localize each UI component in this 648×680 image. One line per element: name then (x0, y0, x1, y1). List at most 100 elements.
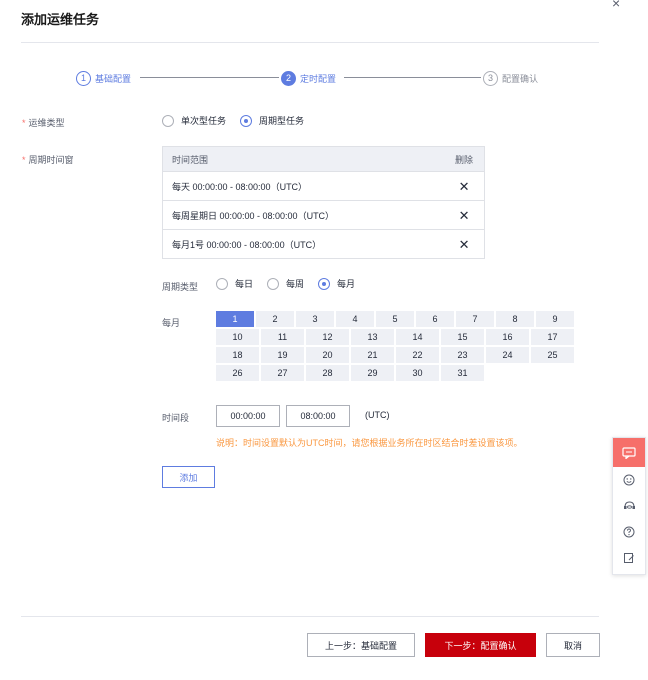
day-cell-21[interactable]: 21 (351, 347, 394, 363)
cycle-type-label: 周期类型 (162, 282, 199, 292)
monthly-label: 每月 (162, 318, 181, 328)
next-step-button[interactable]: 下一步：配置确认 (425, 633, 536, 657)
table-header: 时间范围 删除 (163, 147, 484, 171)
radio-single-task[interactable]: 单次型任务 (162, 114, 226, 127)
step-confirm-config: 3 配置确认 (483, 70, 538, 86)
time-period-label: 时间段 (162, 413, 190, 423)
prev-step-button[interactable]: 上一步：基础配置 (307, 633, 415, 657)
period-window-label-text: 周期时间窗 (28, 155, 74, 165)
delete-icon[interactable]: ✕ (459, 238, 470, 251)
edit-icon[interactable] (613, 545, 645, 571)
radio-label: 每日 (235, 279, 254, 289)
step-basic-config: 1 基础配置 (76, 70, 131, 86)
day-cell-24[interactable]: 24 (486, 347, 529, 363)
day-grid-rest: 10 11 12 13 14 15 16 17 18 19 20 21 22 23 24 25 26 27 28 29… (216, 329, 574, 381)
day-cell-28[interactable]: 28 (306, 365, 349, 381)
step-connector (344, 77, 481, 78)
step-label: 定时配置 (300, 73, 337, 84)
radio-circle-checked (240, 114, 253, 127)
title-divider (21, 42, 599, 43)
row-time-range: 每周星期日 00:00:00 - 08:00:00（UTC） (172, 210, 335, 221)
cycle-type-radio-group: 每日 每周 每月 (216, 277, 369, 290)
day-cell-23[interactable]: 23 (441, 347, 484, 363)
start-time-input[interactable]: 00:00:00 (216, 405, 280, 427)
end-time-input[interactable]: 08:00:00 (286, 405, 350, 427)
day-cell-30[interactable]: 30 (396, 365, 439, 381)
day-cell-11[interactable]: 11 (261, 329, 304, 345)
required-mark: * (22, 155, 26, 165)
dialog-title: 添加运维任务 (21, 12, 100, 27)
task-type-label-text: 运维类型 (28, 118, 65, 128)
time-note: 说明：时间设置默认为UTC时间，请您根据业务所在时区结合时差设置该项。 (216, 438, 523, 448)
day-cell-7[interactable]: 7 (456, 311, 494, 327)
day-cell-9[interactable]: 9 (536, 311, 574, 327)
step-label: 基础配置 (95, 73, 132, 84)
day-cell-10[interactable]: 10 (216, 329, 259, 345)
radio-weekly[interactable]: 每周 (267, 277, 304, 290)
day-cell-14[interactable]: 14 (396, 329, 439, 345)
day-cell-2[interactable]: 2 (256, 311, 294, 327)
support-icon[interactable] (613, 493, 645, 519)
table-row: 每月1号 00:00:00 - 08:00:00（UTC） ✕ (163, 229, 484, 258)
day-cell-17[interactable]: 17 (531, 329, 574, 345)
help-icon[interactable] (613, 519, 645, 545)
day-grid-row-1: 123456789 (216, 311, 574, 327)
time-unit: (UTC) (365, 410, 390, 420)
radio-label: 每月 (337, 279, 356, 289)
delete-icon[interactable]: ✕ (459, 180, 470, 193)
period-window-label: * 周期时间窗 (22, 153, 74, 166)
step-number: 2 (281, 70, 296, 86)
radio-circle-checked (318, 277, 331, 290)
close-icon[interactable]: × (612, 0, 620, 10)
day-cell-31[interactable]: 31 (441, 365, 484, 381)
day-cell-22[interactable]: 22 (396, 347, 439, 363)
step-label: 配置确认 (502, 73, 539, 84)
day-cell-16[interactable]: 16 (486, 329, 529, 345)
radio-circle (216, 277, 228, 290)
day-cell-5[interactable]: 5 (376, 311, 414, 327)
day-cell-15[interactable]: 15 (441, 329, 484, 345)
radio-daily[interactable]: 每日 (216, 277, 253, 290)
day-cell-8[interactable]: 8 (496, 311, 534, 327)
row-time-range: 每月1号 00:00:00 - 08:00:00（UTC） (172, 239, 322, 250)
step-schedule-config: 2 定时配置 (281, 70, 336, 86)
add-button[interactable]: 添加 (162, 466, 215, 488)
radio-periodic-task[interactable]: 周期型任务 (240, 114, 304, 127)
day-cell-3[interactable]: 3 (296, 311, 334, 327)
radio-label: 周期型任务 (259, 116, 305, 126)
day-cell-27[interactable]: 27 (261, 365, 304, 381)
day-cell-1[interactable]: 1 (216, 311, 254, 327)
required-mark: * (22, 118, 26, 128)
day-cell-12[interactable]: 12 (306, 329, 349, 345)
table-row: 每周星期日 00:00:00 - 08:00:00（UTC） ✕ (163, 200, 484, 229)
header-delete: 删除 (455, 154, 474, 165)
day-cell-26[interactable]: 26 (216, 365, 259, 381)
radio-label: 单次型任务 (181, 116, 227, 126)
radio-label: 每周 (286, 279, 305, 289)
radio-circle (162, 114, 174, 127)
footer-divider (21, 616, 599, 617)
day-cell-20[interactable]: 20 (306, 347, 349, 363)
row-time-range: 每天 00:00:00 - 08:00:00（UTC） (172, 181, 308, 192)
day-cell-29[interactable]: 29 (351, 365, 394, 381)
header-time-range: 时间范围 (172, 154, 209, 165)
step-number: 3 (483, 70, 498, 86)
task-type-radio-group: 单次型任务 周期型任务 (162, 114, 318, 127)
day-cell-6[interactable]: 6 (416, 311, 454, 327)
time-window-table: 时间范围 删除 每天 00:00:00 - 08:00:00（UTC） ✕ 每周… (162, 146, 485, 259)
day-cell-19[interactable]: 19 (261, 347, 304, 363)
delete-icon[interactable]: ✕ (459, 209, 470, 222)
radio-monthly[interactable]: 每月 (318, 277, 355, 290)
day-cell-18[interactable]: 18 (216, 347, 259, 363)
task-type-label: * 运维类型 (22, 116, 65, 129)
day-cell-13[interactable]: 13 (351, 329, 394, 345)
step-number: 1 (76, 70, 91, 86)
day-cell-4[interactable]: 4 (336, 311, 374, 327)
side-toolbar (612, 437, 646, 575)
cancel-button[interactable]: 取消 (546, 633, 600, 657)
day-cell-25[interactable]: 25 (531, 347, 574, 363)
smiley-icon[interactable] (613, 467, 645, 493)
table-row: 每天 00:00:00 - 08:00:00（UTC） ✕ (163, 171, 484, 200)
feedback-icon[interactable] (613, 438, 645, 467)
step-connector (140, 77, 279, 78)
